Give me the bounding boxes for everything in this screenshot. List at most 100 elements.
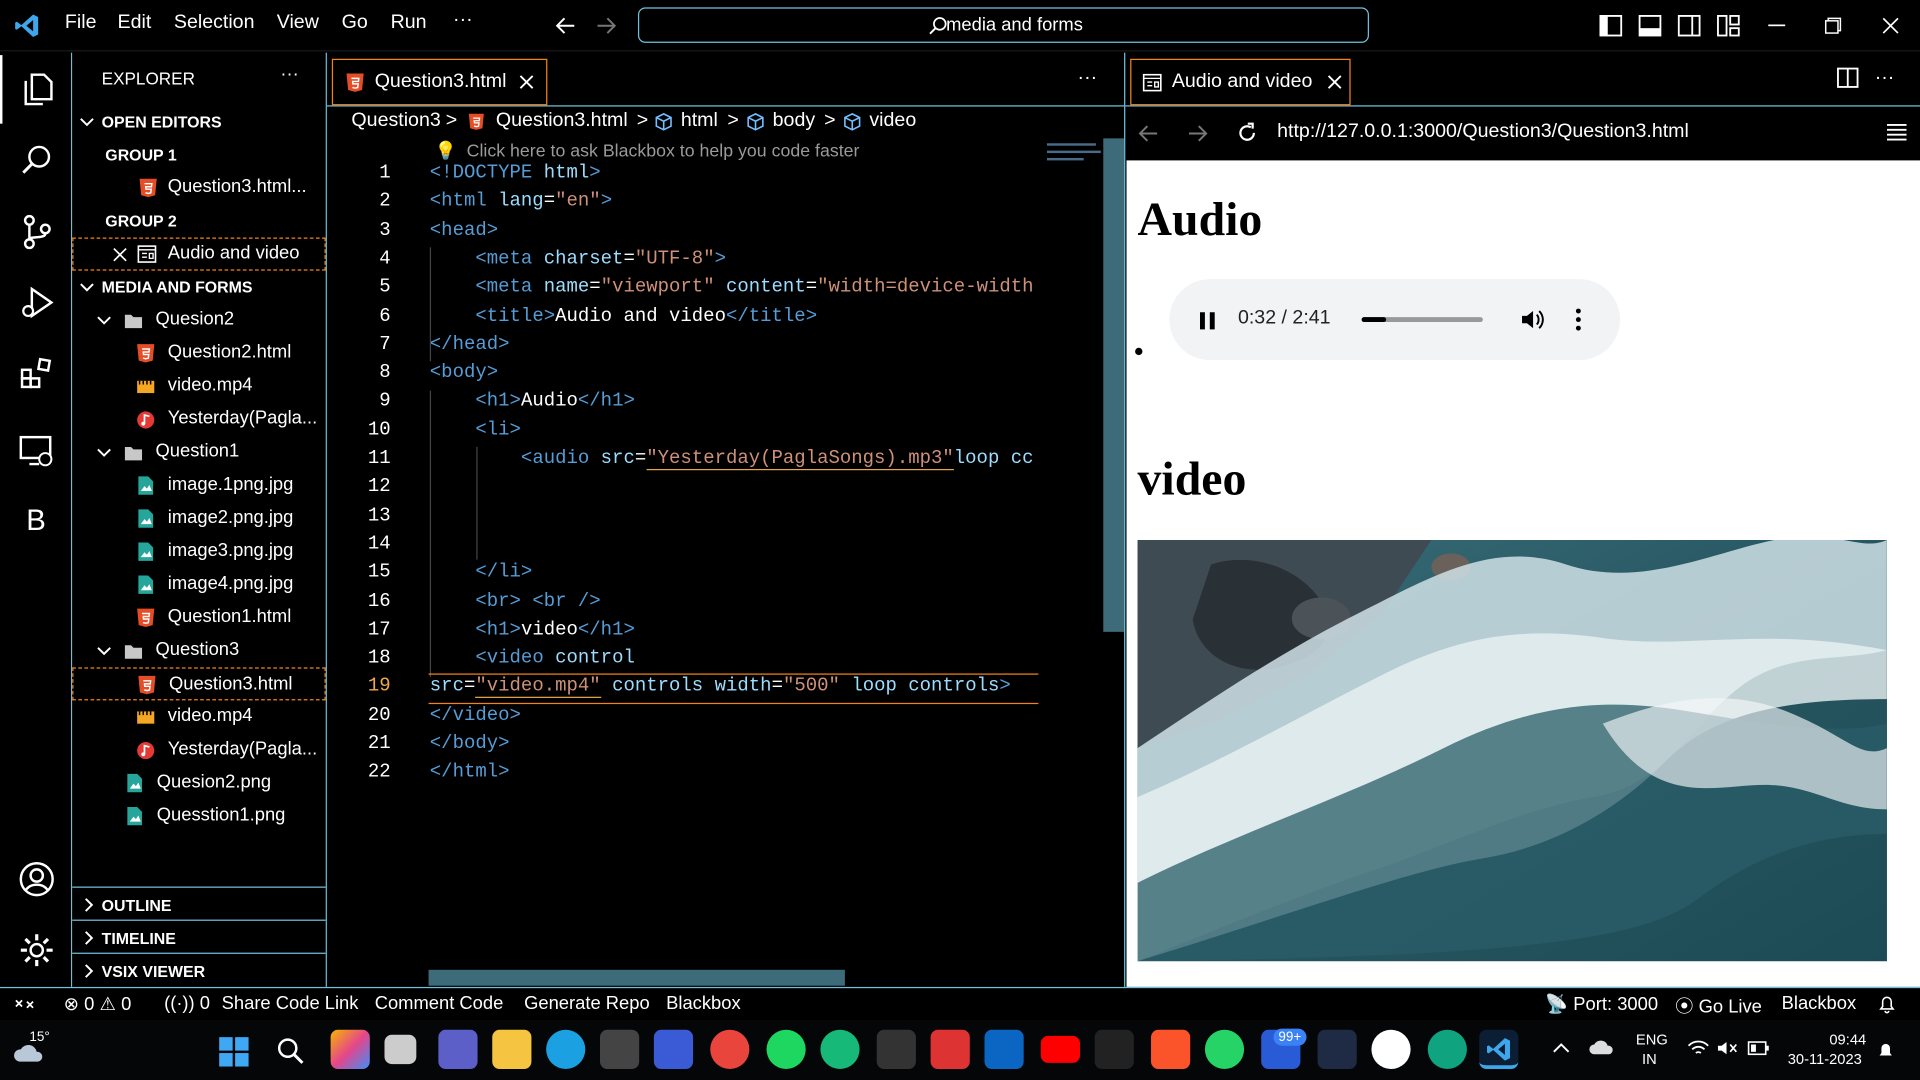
- search-view-button[interactable]: [0, 126, 72, 195]
- spotify-icon[interactable]: [766, 1029, 806, 1069]
- speaker-muted-icon[interactable]: [1717, 1040, 1739, 1057]
- input-language[interactable]: ENG: [1636, 1031, 1668, 1048]
- outline-section[interactable]: OUTLINE: [72, 889, 325, 922]
- open-editor-question3[interactable]: Question3.html...: [72, 171, 325, 204]
- problems-indicator[interactable]: ⊗ 0 ⚠ 0: [64, 993, 132, 1015]
- explorer-button[interactable]: [0, 55, 72, 124]
- tree-file[interactable]: Question2.html: [72, 337, 325, 370]
- minimize-icon[interactable]: [1768, 24, 1786, 27]
- code-line[interactable]: 10 <li>: [327, 418, 1062, 446]
- reload-icon[interactable]: [1236, 121, 1259, 144]
- vertical-scrollbar[interactable]: [1103, 138, 1125, 632]
- onedrive-icon[interactable]: [1588, 1038, 1615, 1055]
- code-line[interactable]: 22 </html>: [327, 761, 1062, 789]
- toggle-secondary-sidebar-icon[interactable]: [1677, 15, 1701, 37]
- tab-audio-and-video[interactable]: Audio and video: [1130, 58, 1351, 106]
- code-line[interactable]: 13: [327, 504, 1062, 532]
- clock-time[interactable]: 09:44: [1829, 1031, 1866, 1048]
- blackbox-hint[interactable]: 💡 Click here to ask Blackbox to help you…: [435, 141, 860, 162]
- notifications-bell-icon[interactable]: [1878, 994, 1895, 1014]
- code-line[interactable]: 3 <head>: [327, 219, 1062, 247]
- toggle-primary-sidebar-icon[interactable]: [1599, 15, 1623, 37]
- open-editor-preview[interactable]: Audio and video: [72, 237, 326, 271]
- settings-button[interactable]: [0, 916, 72, 985]
- code-line[interactable]: 4 <meta charset="UTF-8">: [327, 247, 1062, 275]
- tab-question3-html[interactable]: Question3.html: [331, 58, 548, 106]
- close-icon[interactable]: [1327, 75, 1342, 90]
- volume-icon[interactable]: [1520, 307, 1544, 331]
- code-line[interactable]: 12: [327, 475, 1062, 503]
- tree-file[interactable]: Quesion2.png: [72, 767, 325, 800]
- code-line[interactable]: 9 <h1>Audio</h1>: [327, 390, 1062, 418]
- breadcrumb-body[interactable]: body: [773, 110, 815, 132]
- tree-file[interactable]: video.mp4: [72, 700, 325, 733]
- wifi-icon[interactable]: [1687, 1040, 1709, 1057]
- vsix-viewer-section[interactable]: VSIX VIEWER: [72, 955, 325, 988]
- task-view-icon[interactable]: [384, 1034, 417, 1065]
- app-icon[interactable]: [653, 1029, 694, 1069]
- editor-more-button[interactable]: ···: [1078, 67, 1098, 89]
- horizontal-scrollbar[interactable]: [428, 969, 845, 986]
- blackbox-status-right[interactable]: Blackbox: [1782, 993, 1857, 1014]
- audio-player[interactable]: 0:32 / 2:41: [1169, 279, 1621, 361]
- notifications-bell-icon[interactable]: [1877, 1041, 1894, 1061]
- code-line[interactable]: 14: [327, 533, 1062, 561]
- audio-progress-track[interactable]: [1361, 317, 1483, 323]
- tree-file[interactable]: video.mp4: [72, 370, 325, 403]
- tree-file[interactable]: Question3.html: [72, 667, 326, 701]
- code-line[interactable]: 7 </head>: [327, 333, 1062, 361]
- split-editor-icon[interactable]: [1837, 67, 1859, 88]
- microsoft-store-icon[interactable]: [600, 1029, 640, 1069]
- customize-layout-icon[interactable]: [1717, 15, 1740, 37]
- breadcrumb-video[interactable]: video: [869, 110, 916, 132]
- menu-edit[interactable]: Edit: [118, 12, 152, 34]
- copilot-taskbar-icon[interactable]: [330, 1029, 370, 1069]
- run-debug-button[interactable]: [0, 268, 72, 337]
- chatgpt-icon[interactable]: [1427, 1029, 1467, 1069]
- close-window-icon[interactable]: [1882, 17, 1899, 34]
- tree-file[interactable]: image4.png.jpg: [72, 568, 325, 601]
- timeline-section[interactable]: TIMELINE: [72, 922, 325, 955]
- app-red-icon[interactable]: [930, 1029, 970, 1069]
- command-center-search[interactable]: media and forms: [637, 7, 1369, 43]
- linkedin-icon[interactable]: [984, 1029, 1024, 1069]
- forward-arrow-icon[interactable]: [594, 13, 618, 37]
- code-line[interactable]: 19 src="video.mp4" controls width="500" l…: [327, 675, 1062, 703]
- tree-file[interactable]: image3.png.jpg: [72, 535, 325, 568]
- toggle-panel-icon[interactable]: [1638, 15, 1662, 37]
- breadcrumb-folder[interactable]: Question3: [351, 110, 440, 132]
- github-icon[interactable]: [1371, 1029, 1411, 1069]
- whatsapp-icon[interactable]: [1204, 1029, 1245, 1069]
- menu-go[interactable]: Go: [342, 12, 368, 34]
- menu-selection[interactable]: Selection: [174, 12, 255, 34]
- browser-back-icon[interactable]: [1138, 122, 1160, 144]
- tree-file[interactable]: Question1.html: [72, 601, 325, 634]
- ports-indicator[interactable]: ((·)) 0: [164, 993, 210, 1014]
- code-line[interactable]: 21 </body>: [327, 732, 1062, 760]
- windows-start-icon[interactable]: [218, 1036, 250, 1068]
- open-editors-section[interactable]: OPEN EDITORS: [72, 105, 325, 138]
- code-line[interactable]: 16 <br> <br />: [327, 590, 1062, 618]
- extensions-button[interactable]: [0, 339, 72, 408]
- back-arrow-icon[interactable]: [553, 13, 577, 37]
- code-line[interactable]: 20 </video>: [327, 704, 1062, 732]
- teams-icon[interactable]: [438, 1029, 478, 1069]
- code-line[interactable]: 11 <audio src="Yesterday(PaglaSongs).mp3…: [327, 446, 1062, 475]
- file-explorer-icon[interactable]: [492, 1029, 532, 1069]
- blackbox-status-button[interactable]: Blackbox: [666, 993, 741, 1014]
- tree-file[interactable]: image.1png.jpg: [72, 469, 325, 502]
- code-line[interactable]: 2 <html lang="en">: [327, 190, 1062, 218]
- menu-file[interactable]: File: [65, 12, 97, 34]
- chrome-icon[interactable]: [710, 1029, 750, 1069]
- chevron-up-icon[interactable]: [1553, 1042, 1570, 1054]
- blackbox-button[interactable]: B: [0, 487, 72, 556]
- code-line[interactable]: 17 <h1>video</h1>: [327, 618, 1062, 646]
- battery-icon[interactable]: [1747, 1041, 1769, 1056]
- browser-forward-icon[interactable]: [1187, 122, 1209, 144]
- close-icon[interactable]: [113, 247, 128, 262]
- url-bar[interactable]: http://127.0.0.1:3000/Question3/Question…: [1277, 121, 1689, 143]
- code-line[interactable]: 6 <title>Audio and video</title>: [327, 304, 1062, 332]
- app-dh-icon[interactable]: [1317, 1029, 1357, 1069]
- comment-code-button[interactable]: Comment Code: [375, 993, 504, 1014]
- explorer-more-button[interactable]: ···: [280, 64, 298, 85]
